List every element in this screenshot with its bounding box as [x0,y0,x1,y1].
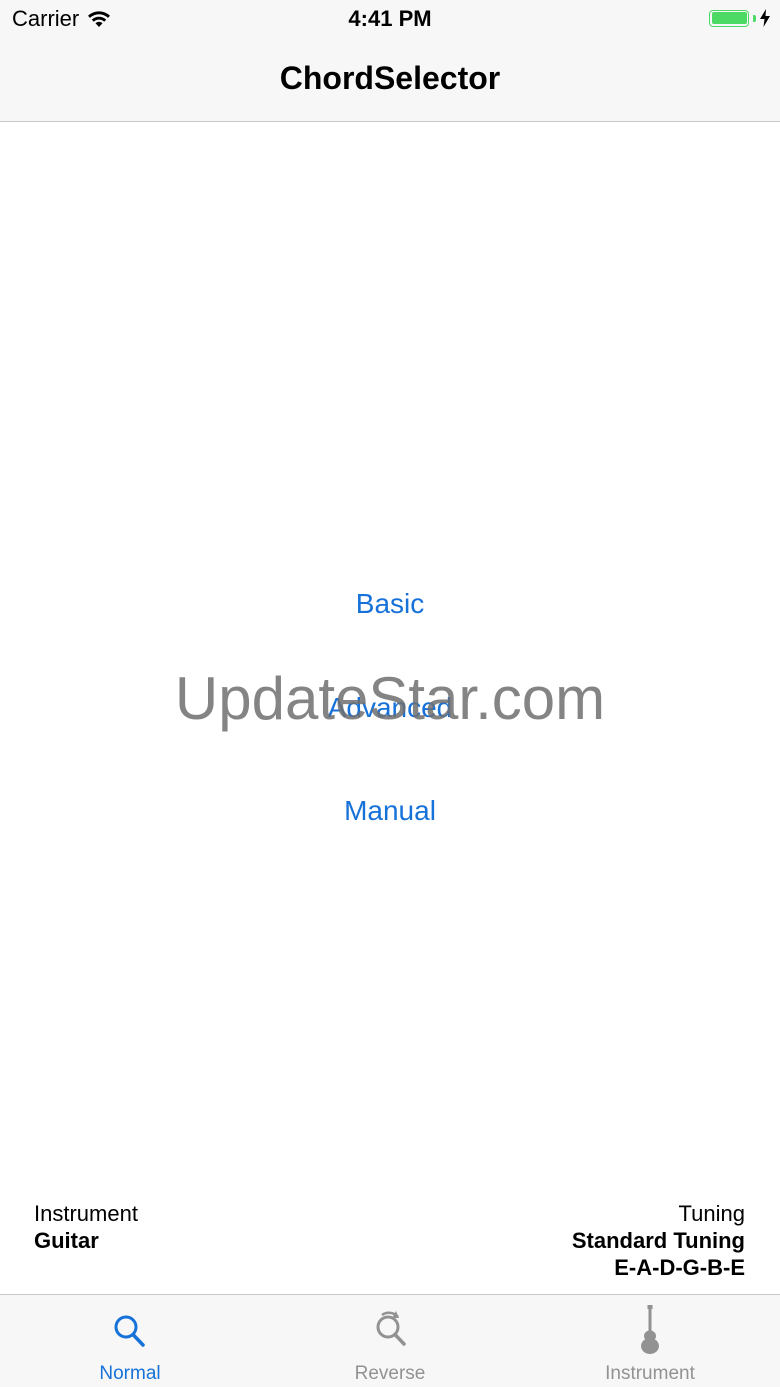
manual-button[interactable]: Manual [0,795,780,827]
instrument-label: Instrument [34,1201,138,1226]
basic-button[interactable]: Basic [0,588,780,620]
battery-icon [709,9,749,27]
instrument-info: Instrument Guitar [34,1200,138,1254]
search-icon [114,1315,145,1347]
tab-instrument-label: Instrument [605,1363,695,1384]
tuning-label: Tuning [678,1201,745,1226]
battery-indicator [709,9,770,27]
page-title: ChordSelector [279,60,501,96]
tuning-notes: E-A-D-G-B-E [614,1255,745,1280]
tab-normal[interactable]: Normal [0,1295,260,1387]
tuning-value: Standard Tuning [571,1228,745,1253]
reverse-search-icon [376,1311,406,1346]
status-time: 4:41 PM [348,6,432,31]
advanced-button[interactable]: Advanced [0,692,780,724]
tab-reverse-label: Reverse [354,1363,426,1384]
top-bar: Carrier 4:41 PM ChordSelector [0,0,780,122]
tab-normal-label: Normal [99,1363,161,1384]
tuning-info: Tuning Standard Tuning E-A-D-G-B-E [572,1200,745,1281]
charging-bolt-icon [760,9,770,27]
tab-instrument[interactable]: Instrument [520,1295,780,1387]
instrument-value: Guitar [34,1228,99,1253]
tab-reverse[interactable]: Reverse [260,1295,520,1387]
guitar-icon [641,1305,659,1354]
tab-bar: Normal Reverse Instrument [0,1294,780,1387]
app-screen: Carrier 4:41 PM ChordSelector Basic Adva… [0,0,780,1387]
